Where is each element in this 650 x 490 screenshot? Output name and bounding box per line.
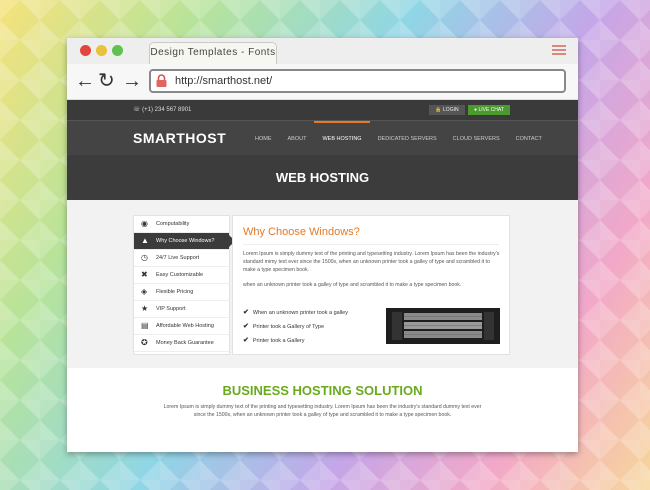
sidebar-item-why-choose-windows[interactable]: ▲ Why Choose Windows? [134,233,235,250]
address-bar[interactable]: http://smarthost.net/ [149,69,566,93]
panel-title: Why Choose Windows? [243,226,360,238]
star-icon: ★ [141,304,149,313]
server-icon: ▤ [141,321,149,330]
page-title: WEB HOSTING [67,155,578,200]
tools-icon: ✖ [141,270,148,279]
globe-icon: ◉ [141,219,148,228]
thumbs-up-icon: ▲ [141,236,149,245]
sidebar-item-vip-support[interactable]: ★ VIP Support [134,301,229,318]
user-icon: ● [474,107,478,113]
nav-about[interactable]: ABOUT [280,121,315,156]
checklist: ✔ When an unknown printer took a galley ✔… [243,306,348,348]
minimize-window-button[interactable] [96,45,107,56]
browser-toolbar: ← ↻ → http://smarthost.net/ [67,64,578,100]
login-button[interactable]: 🔒 LOGIN [429,105,465,115]
main-content: ◉ Computability ▲ Why Choose Windows? ◷ 24/… [133,215,510,355]
site-header: SMARTHOST HOME ABOUT WEB HOSTING DEDICAT… [67,120,578,155]
server-rack-image [386,308,500,344]
lock-icon: 🔒 [435,107,442,113]
section-text: Lorem Ipsum is simply dummy text of the … [163,404,482,418]
tag-icon: ◈ [141,287,148,296]
badge-icon: ✪ [141,338,148,347]
site-logo[interactable]: SMARTHOST [133,130,226,146]
checkmark-icon: ✔ [243,337,249,344]
lock-icon [156,74,167,87]
business-hosting-section: BUSINESS HOSTING SOLUTION Lorem Ipsum is… [67,368,578,452]
site-top-bar: ☏ (+1) 234 567 8901 🔒 LOGIN ● LIVE CHAT [67,100,578,120]
sidebar-item-money-back[interactable]: ✪ Money Back Guarantee [134,335,229,352]
list-item: ✔ Printer took a Gallery of Type [243,323,325,330]
browser-tab[interactable]: Design Templates - Fonts - [149,42,277,78]
hamburger-menu-icon[interactable] [552,45,566,57]
phone-number: ☏ (+1) 234 567 8901 [133,107,192,113]
forward-arrow-icon[interactable]: → [122,71,142,91]
nav-dedicated-servers[interactable]: DEDICATED SERVERS [370,121,445,156]
nav-web-hosting[interactable]: WEB HOSTING [314,121,370,156]
divider [243,244,499,245]
panel-paragraph: when an unknown printer took a galley of… [243,282,462,288]
browser-title-bar: Design Templates - Fonts - [67,38,578,78]
sidebar-item-easy-customizable[interactable]: ✖ Easy Customizable [134,267,229,284]
checkmark-icon: ✔ [243,323,249,330]
sidebar-item-computability[interactable]: ◉ Computability [134,216,229,233]
sidebar-item-flexible-pricing[interactable]: ◈ Flexible Pricing [134,284,229,301]
back-arrow-icon[interactable]: ← [75,71,95,91]
nav-cloud-servers[interactable]: CLOUD SERVERS [445,121,508,156]
url-text: http://smarthost.net/ [175,75,273,87]
clock-icon: ◷ [141,253,148,262]
list-item: ✔ Printer took a Gallery [243,337,305,344]
checkmark-icon: ✔ [243,309,249,316]
reload-icon[interactable]: ↻ [98,71,115,91]
main-nav: HOME ABOUT WEB HOSTING DEDICATED SERVERS… [247,121,550,156]
website-viewport: ☏ (+1) 234 567 8901 🔒 LOGIN ● LIVE CHAT … [67,100,578,452]
content-panel: Why Choose Windows? Lorem Ipsum is simpl… [232,215,510,355]
browser-window: Design Templates - Fonts - ← ↻ → http://… [67,38,578,452]
panel-paragraph: Lorem Ipsum is simply dummy text of the … [243,251,500,273]
nav-home[interactable]: HOME [247,121,280,156]
maximize-window-button[interactable] [112,45,123,56]
list-item: ✔ When an unknown printer took a galley [243,309,348,316]
sidebar-item-affordable-hosting[interactable]: ▤ Affordable Web Hosting [134,318,229,335]
close-window-button[interactable] [80,45,91,56]
sidebar-item-live-support[interactable]: ◷ 24/7 Live Support [134,250,229,267]
live-chat-button[interactable]: ● LIVE CHAT [468,105,510,115]
feature-sidebar: ◉ Computability ▲ Why Choose Windows? ◷ 24/… [133,215,235,355]
nav-contact[interactable]: CONTACT [508,121,550,156]
section-title: BUSINESS HOSTING SOLUTION [222,383,423,398]
